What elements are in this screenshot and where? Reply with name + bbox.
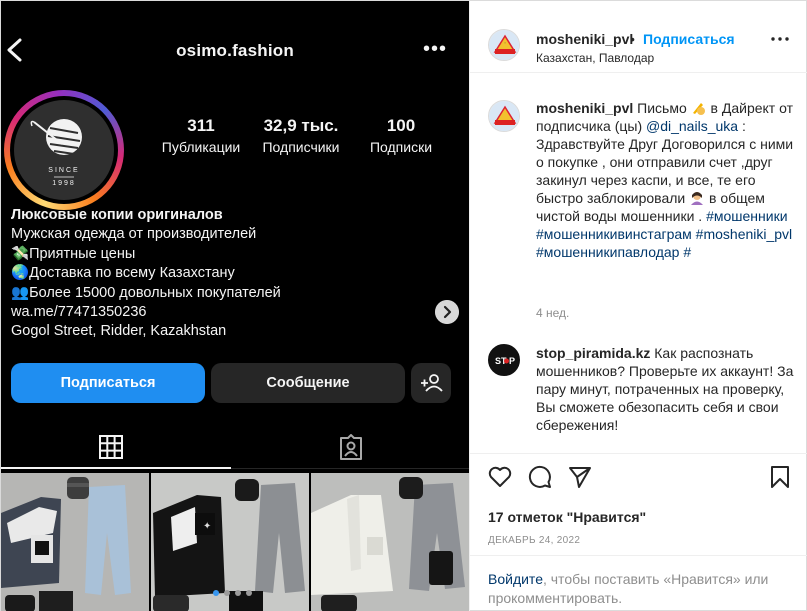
woman-facepalming-icon [689, 191, 705, 205]
globe-icon: 🌏 [11, 265, 30, 282]
caption-username[interactable]: mosheniki_pvl [536, 100, 633, 116]
grid-icon [99, 435, 123, 459]
followers-count: 32,9 тыс. [263, 116, 339, 135]
caption-author-avatar[interactable] [488, 100, 520, 132]
hashtag-link[interactable]: #mosheniki_pvl [696, 226, 793, 242]
post-header: ! mosheniki_pvl • Подписаться Казахстан,… [470, 1, 807, 73]
post-image: osimo.fashion ••• SINCE 1998 311 Публика… [1, 1, 469, 611]
caption-text: mosheniki_pvl Письмо в Дайрект от подпис… [536, 100, 794, 260]
tagged-icon [340, 434, 362, 460]
profile-message-button: Сообщение [211, 363, 405, 403]
author-avatar[interactable]: ! [488, 29, 520, 61]
caption-time[interactable]: 4 нед. [536, 306, 569, 320]
login-prompt: Войдите, чтобы поставить «Нравится» или … [470, 555, 807, 611]
bio-address: Gogol Street, Ridder, Kazakhstan [11, 323, 227, 340]
hashtag-link[interactable]: #мошенники [706, 208, 787, 224]
dot-separator: • [630, 31, 635, 47]
ellipsis-icon[interactable] [771, 37, 789, 41]
following-count: 100 [386, 116, 416, 135]
profile-tabs [1, 421, 469, 471]
posts-label: Публикации [161, 139, 241, 155]
likes-count[interactable]: 17 отметок "Нравится" [488, 509, 646, 525]
bookmark-icon[interactable] [770, 465, 790, 489]
posts-count: 311 [187, 116, 215, 135]
more-options-icon: ••• [422, 38, 447, 60]
chevron-right-icon[interactable] [435, 300, 459, 324]
bio-line: 🌏Доставка по всему Казахстану [11, 265, 235, 282]
commenter-avatar[interactable]: ST P [488, 344, 520, 376]
profile-bio: Люксовые копии оригиналов Мужская одежда… [11, 206, 281, 342]
grid-photo [311, 473, 469, 611]
bio-title: Люксовые копии оригиналов [11, 207, 223, 223]
follow-button[interactable]: Подписаться [643, 31, 735, 47]
profile-username: osimo.fashion [176, 41, 294, 60]
hashtag-link[interactable]: # [683, 244, 691, 260]
bio-line: 💸Приятные цены [11, 245, 136, 262]
hashtag-link[interactable]: #мошенникипавлодар [536, 244, 679, 260]
profile-stats: 311 Публикации 32,9 тыс. Подписчики 100 Под… [151, 116, 451, 155]
carousel-dots [213, 590, 252, 596]
bio-line: 👥Более 15000 довольных покупателей [11, 284, 281, 301]
comment-text: stop_piramida.kz Как распознать мошенник… [536, 345, 794, 433]
login-link[interactable]: Войдите [488, 571, 543, 587]
spool-logo-icon: SINCE 1998 [30, 119, 82, 187]
add-person-button [411, 363, 451, 403]
svg-text:1998: 1998 [52, 180, 76, 187]
svg-text:✦: ✦ [203, 521, 211, 532]
hashtag-link[interactable]: #мошенникивинстаграм [536, 226, 692, 242]
tab-divider [231, 468, 469, 469]
writing-hand-icon [691, 101, 707, 115]
profile-avatar: SINCE 1998 [4, 90, 124, 210]
svg-text:SINCE: SINCE [48, 167, 79, 174]
commenter-username[interactable]: stop_piramida.kz [536, 345, 650, 361]
profile-subscribe-button: Подписаться [11, 363, 205, 403]
mention-link[interactable]: @di_nails_uka [646, 118, 738, 134]
bio-line: Мужская одежда от производителей [11, 226, 257, 243]
followers-label: Подписчики [262, 139, 340, 155]
heart-icon[interactable] [488, 466, 512, 488]
post-location[interactable]: Казахстан, Павлодар [536, 51, 654, 65]
following-label: Подписки [369, 139, 433, 155]
bio-link: wa.me/77471350236 [11, 304, 147, 321]
post-sidebar: ! mosheniki_pvl • Подписаться Казахстан,… [469, 1, 807, 611]
post-actions [470, 453, 807, 503]
active-tab-indicator [1, 467, 231, 469]
grid-photo [1, 473, 149, 611]
comment-icon[interactable] [528, 465, 552, 489]
author-username[interactable]: mosheniki_pvl [536, 31, 633, 47]
share-icon[interactable] [568, 465, 592, 489]
add-person-icon [421, 374, 443, 392]
money-icon: 💸 [11, 245, 30, 262]
people-icon: 👥 [11, 284, 30, 301]
post-date: ДЕКАБРЬ 24, 2022 [488, 535, 581, 546]
